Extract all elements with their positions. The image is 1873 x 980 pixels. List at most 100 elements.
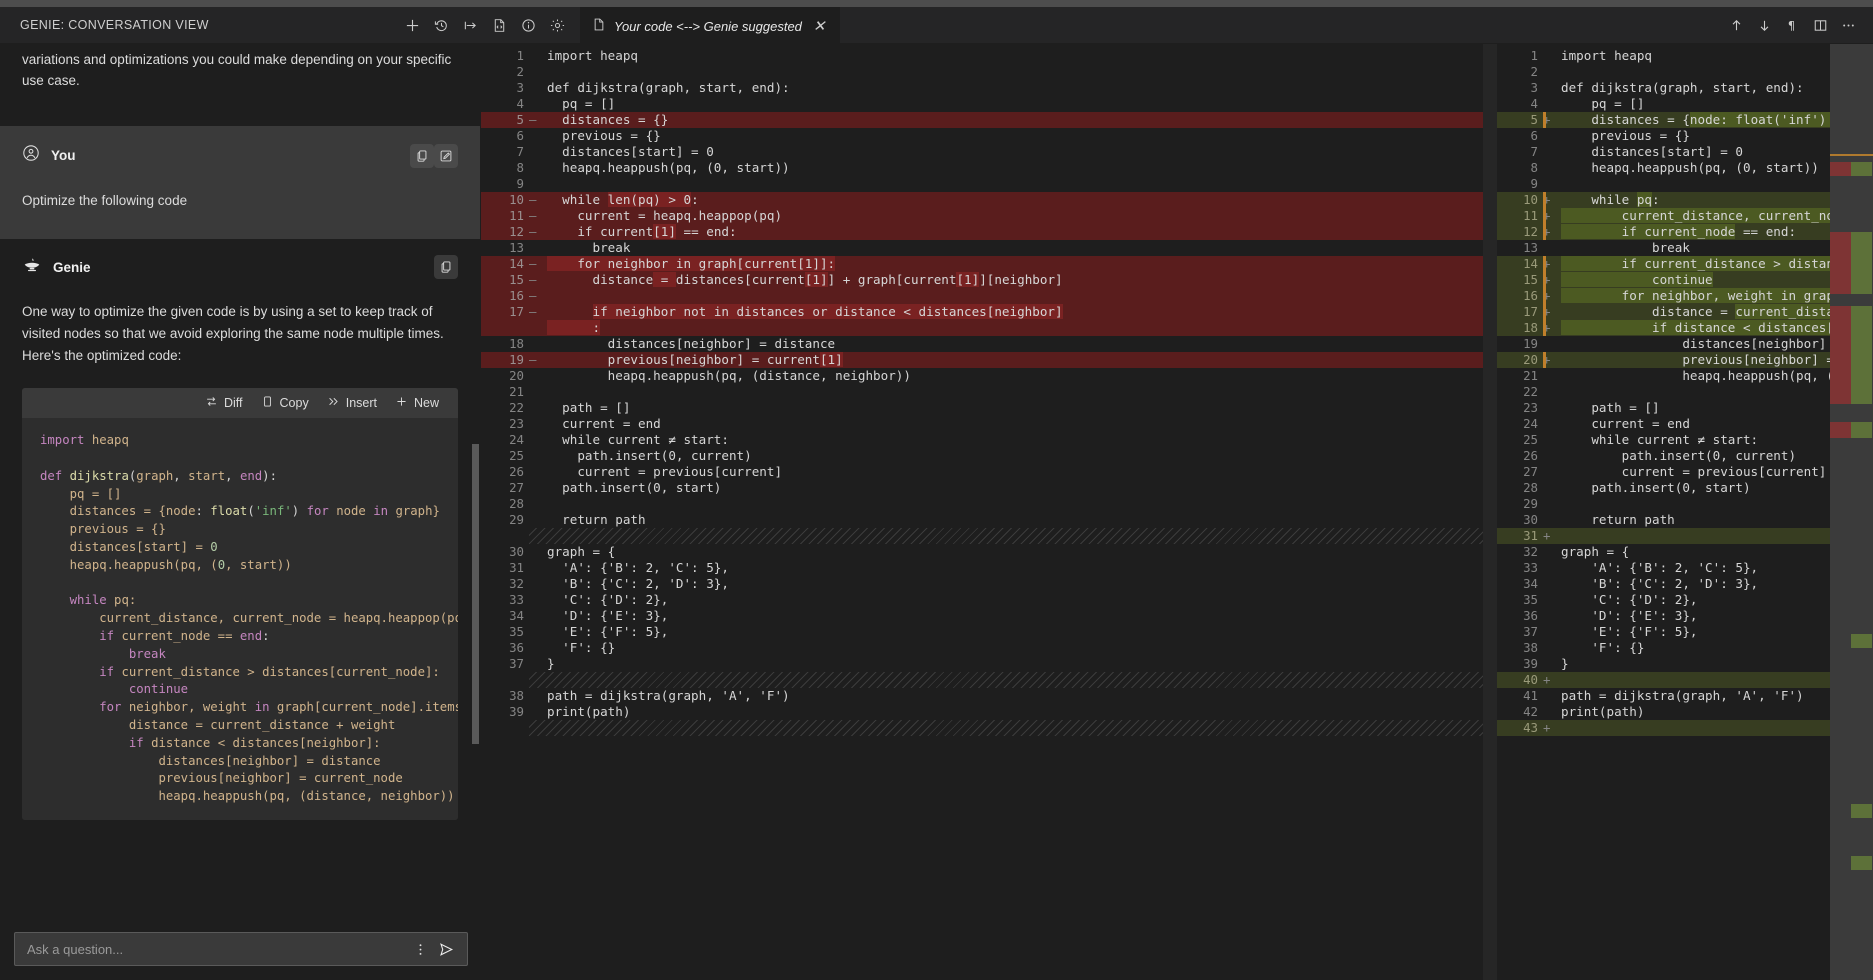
diff-line[interactable]: 20 heapq.heappush(pq, (distance, neighbo…	[481, 368, 1497, 384]
new-chat-icon[interactable]	[399, 12, 425, 38]
diff-line[interactable]: 3 def dijkstra(graph, start, end):	[481, 80, 1497, 96]
diff-line[interactable]: 36 'F': {}	[481, 640, 1497, 656]
composer-box[interactable]	[14, 932, 468, 966]
diff-line[interactable]: 2	[1497, 64, 1873, 80]
diff-line[interactable]: 41 path = dijkstra(graph, 'A', 'F')	[1497, 688, 1873, 704]
gear-icon[interactable]	[544, 12, 570, 38]
diff-line[interactable]: 26 path.insert(0, current)	[1497, 448, 1873, 464]
copy-icon[interactable]	[410, 143, 434, 168]
copy-button[interactable]: Copy	[254, 392, 316, 414]
diff-line[interactable]: 28 path.insert(0, start)	[1497, 480, 1873, 496]
diff-line[interactable]: 10– while len(pq) > 0:	[481, 192, 1497, 208]
diff-line[interactable]: 8 heapq.heappush(pq, (0, start))	[481, 160, 1497, 176]
diff-line[interactable]: 9	[481, 176, 1497, 192]
diff-line[interactable]: 34 'D': {'E': 3},	[481, 608, 1497, 624]
diff-line[interactable]: 19– previous[neighbor] = current[1]	[481, 352, 1497, 368]
ask-question-input[interactable]	[27, 941, 407, 957]
diff-pane-original[interactable]: 1 import heapq 2 3 def dijkstra(graph, star…	[480, 44, 1497, 980]
diff-line[interactable]: 11+ current_distance, current_node = hea…	[1497, 208, 1873, 224]
diff-line[interactable]: 5+ distances = {node: float('inf') for n…	[1497, 112, 1873, 128]
diff-line[interactable]: 28	[481, 496, 1497, 512]
diff-line[interactable]: 29 return path	[481, 512, 1497, 528]
diff-line[interactable]: 11– current = heapq.heappop(pq)	[481, 208, 1497, 224]
diff-line[interactable]: 10 + while pq:	[1497, 192, 1873, 208]
diff-line[interactable]: 16+ for neighbor, weight in graph[curren…	[1497, 288, 1873, 304]
open-in-editor-icon[interactable]	[457, 12, 483, 38]
diff-line[interactable]: 33 'A': {'B': 2, 'C': 5},	[1497, 560, 1873, 576]
diff-line[interactable]: 36 'D': {'E': 3},	[1497, 608, 1873, 624]
diff-line[interactable]: 37}	[481, 656, 1497, 672]
conversation-scrollbar[interactable]	[471, 44, 480, 922]
diff-line[interactable]: 20+ previous[neighbor] = current_node	[1497, 352, 1873, 368]
diff-line[interactable]: 30 graph = {	[481, 544, 1497, 560]
diff-line[interactable]: 21 heapq.heappush(pq, (distance, neighbo…	[1497, 368, 1873, 384]
diff-line[interactable]: 18 distances[neighbor] = distance	[481, 336, 1497, 352]
diff-line[interactable]: 27 current = previous[current]	[1497, 464, 1873, 480]
diff-line[interactable]: 37 'E': {'F': 5},	[1497, 624, 1873, 640]
diff-line[interactable]: 38 path = dijkstra(graph, 'A', 'F')	[481, 688, 1497, 704]
diff-line[interactable]: 32 'B': {'C': 2, 'D': 3},	[481, 576, 1497, 592]
tab-diff-editor[interactable]: Your code <--> Genie suggested ✕	[580, 7, 841, 44]
diff-line[interactable]: 40 +	[1497, 672, 1873, 688]
insert-button[interactable]: Insert	[320, 392, 384, 414]
diff-line[interactable]: 34 'B': {'C': 2, 'D': 3},	[1497, 576, 1873, 592]
original-overview-ruler[interactable]	[1483, 44, 1497, 980]
diff-line[interactable]: 26 current = previous[current]	[481, 464, 1497, 480]
edit-icon[interactable]	[434, 143, 458, 168]
code-file-icon[interactable]	[486, 12, 512, 38]
diff-line[interactable]: 25 while current ≠ start:	[1497, 432, 1873, 448]
previous-change-icon[interactable]	[1723, 12, 1749, 38]
diff-line[interactable]: 16–	[481, 288, 1497, 304]
diff-line[interactable]: 9	[1497, 176, 1873, 192]
diff-line[interactable]: 30 return path	[1497, 512, 1873, 528]
diff-line[interactable]: 42 print(path)	[1497, 704, 1873, 720]
diff-line[interactable]: 27 path.insert(0, start)	[481, 480, 1497, 496]
kebab-menu-icon[interactable]	[407, 936, 433, 962]
diff-line[interactable]: 17+ distance = current_distance + weight	[1497, 304, 1873, 320]
info-icon[interactable]	[515, 12, 541, 38]
diff-line[interactable]: 22	[1497, 384, 1873, 400]
split-editor-icon[interactable]	[1807, 12, 1833, 38]
diff-line[interactable]: 18+ if distance < distances[neighbor]:	[1497, 320, 1873, 336]
diff-line[interactable]: 24 while current ≠ start:	[481, 432, 1497, 448]
diff-line[interactable]: 32 graph = {	[1497, 544, 1873, 560]
diff-line[interactable]: 23 current = end	[481, 416, 1497, 432]
diff-line[interactable]: 31 +	[1497, 528, 1873, 544]
diff-line[interactable]: 4 pq = []	[1497, 96, 1873, 112]
diff-line[interactable]: 31 'A': {'B': 2, 'C': 5},	[481, 560, 1497, 576]
diff-line[interactable]: 38 'F': {}	[1497, 640, 1873, 656]
diff-line[interactable]: 23 path = []	[1497, 400, 1873, 416]
diff-line[interactable]: 29	[1497, 496, 1873, 512]
diff-line[interactable]: 14+ if current_distance > distances[curr…	[1497, 256, 1873, 272]
diff-line[interactable]: 13 break	[481, 240, 1497, 256]
diff-line[interactable]: 19 distances[neighbor] = distance	[1497, 336, 1873, 352]
diff-line[interactable]: 6 previous = {}	[1497, 128, 1873, 144]
diff-line[interactable]: 3 def dijkstra(graph, start, end):	[1497, 80, 1873, 96]
new-button[interactable]: New	[388, 392, 446, 414]
diff-line[interactable]: 14– for neighbor in graph[current[1]]:	[481, 256, 1497, 272]
diff-line[interactable]: 21	[481, 384, 1497, 400]
diff-line[interactable]: 24 current = end	[1497, 416, 1873, 432]
copy-icon[interactable]	[434, 255, 458, 280]
diff-line[interactable]: 35 'E': {'F': 5},	[481, 624, 1497, 640]
more-actions-icon[interactable]	[1835, 12, 1861, 38]
diff-line[interactable]: 1 import heapq	[481, 48, 1497, 64]
next-change-icon[interactable]	[1751, 12, 1777, 38]
diff-line[interactable]: 5– distances = {}	[481, 112, 1497, 128]
whitespace-icon[interactable]: ¶	[1779, 12, 1805, 38]
close-icon[interactable]: ✕	[810, 17, 829, 36]
diff-line[interactable]: 6 previous = {}	[481, 128, 1497, 144]
diff-line[interactable]: 12– if current[1] == end:	[481, 224, 1497, 240]
modified-overview-ruler[interactable]	[1830, 44, 1873, 980]
diff-line[interactable]: 2	[481, 64, 1497, 80]
diff-line[interactable]: 35 'C': {'D': 2},	[1497, 592, 1873, 608]
conversation-scroll-area[interactable]: variations and optimizations you could m…	[0, 44, 480, 922]
diff-line[interactable]: 43 +	[1497, 720, 1873, 736]
diff-line[interactable]: 17– if neighbor not in distances or dist…	[481, 304, 1497, 320]
diff-line[interactable]: 39}	[1497, 656, 1873, 672]
diff-line[interactable]: 13 break	[1497, 240, 1873, 256]
diff-line[interactable]: :	[481, 320, 1497, 336]
scrollbar-thumb[interactable]	[472, 444, 479, 744]
diff-line[interactable]: 7 distances[start] = 0	[1497, 144, 1873, 160]
diff-line[interactable]: 39 print(path)	[481, 704, 1497, 720]
